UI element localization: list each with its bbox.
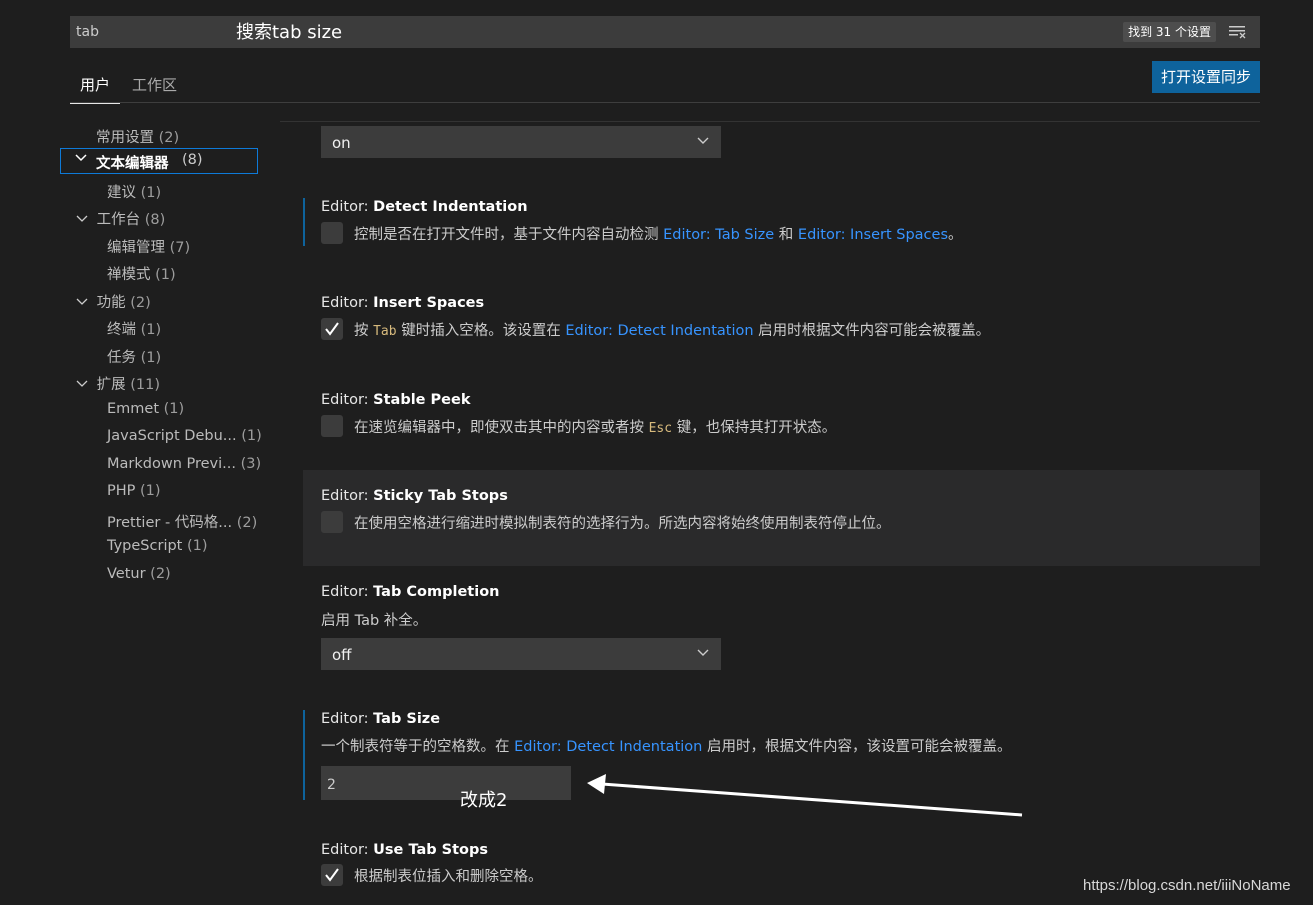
annotation-arrow-icon [587, 774, 1023, 817]
watermark: https://blog.csdn.net/iiiNoName [1083, 877, 1291, 894]
annotation-change-hint: 改成2 [460, 790, 508, 811]
